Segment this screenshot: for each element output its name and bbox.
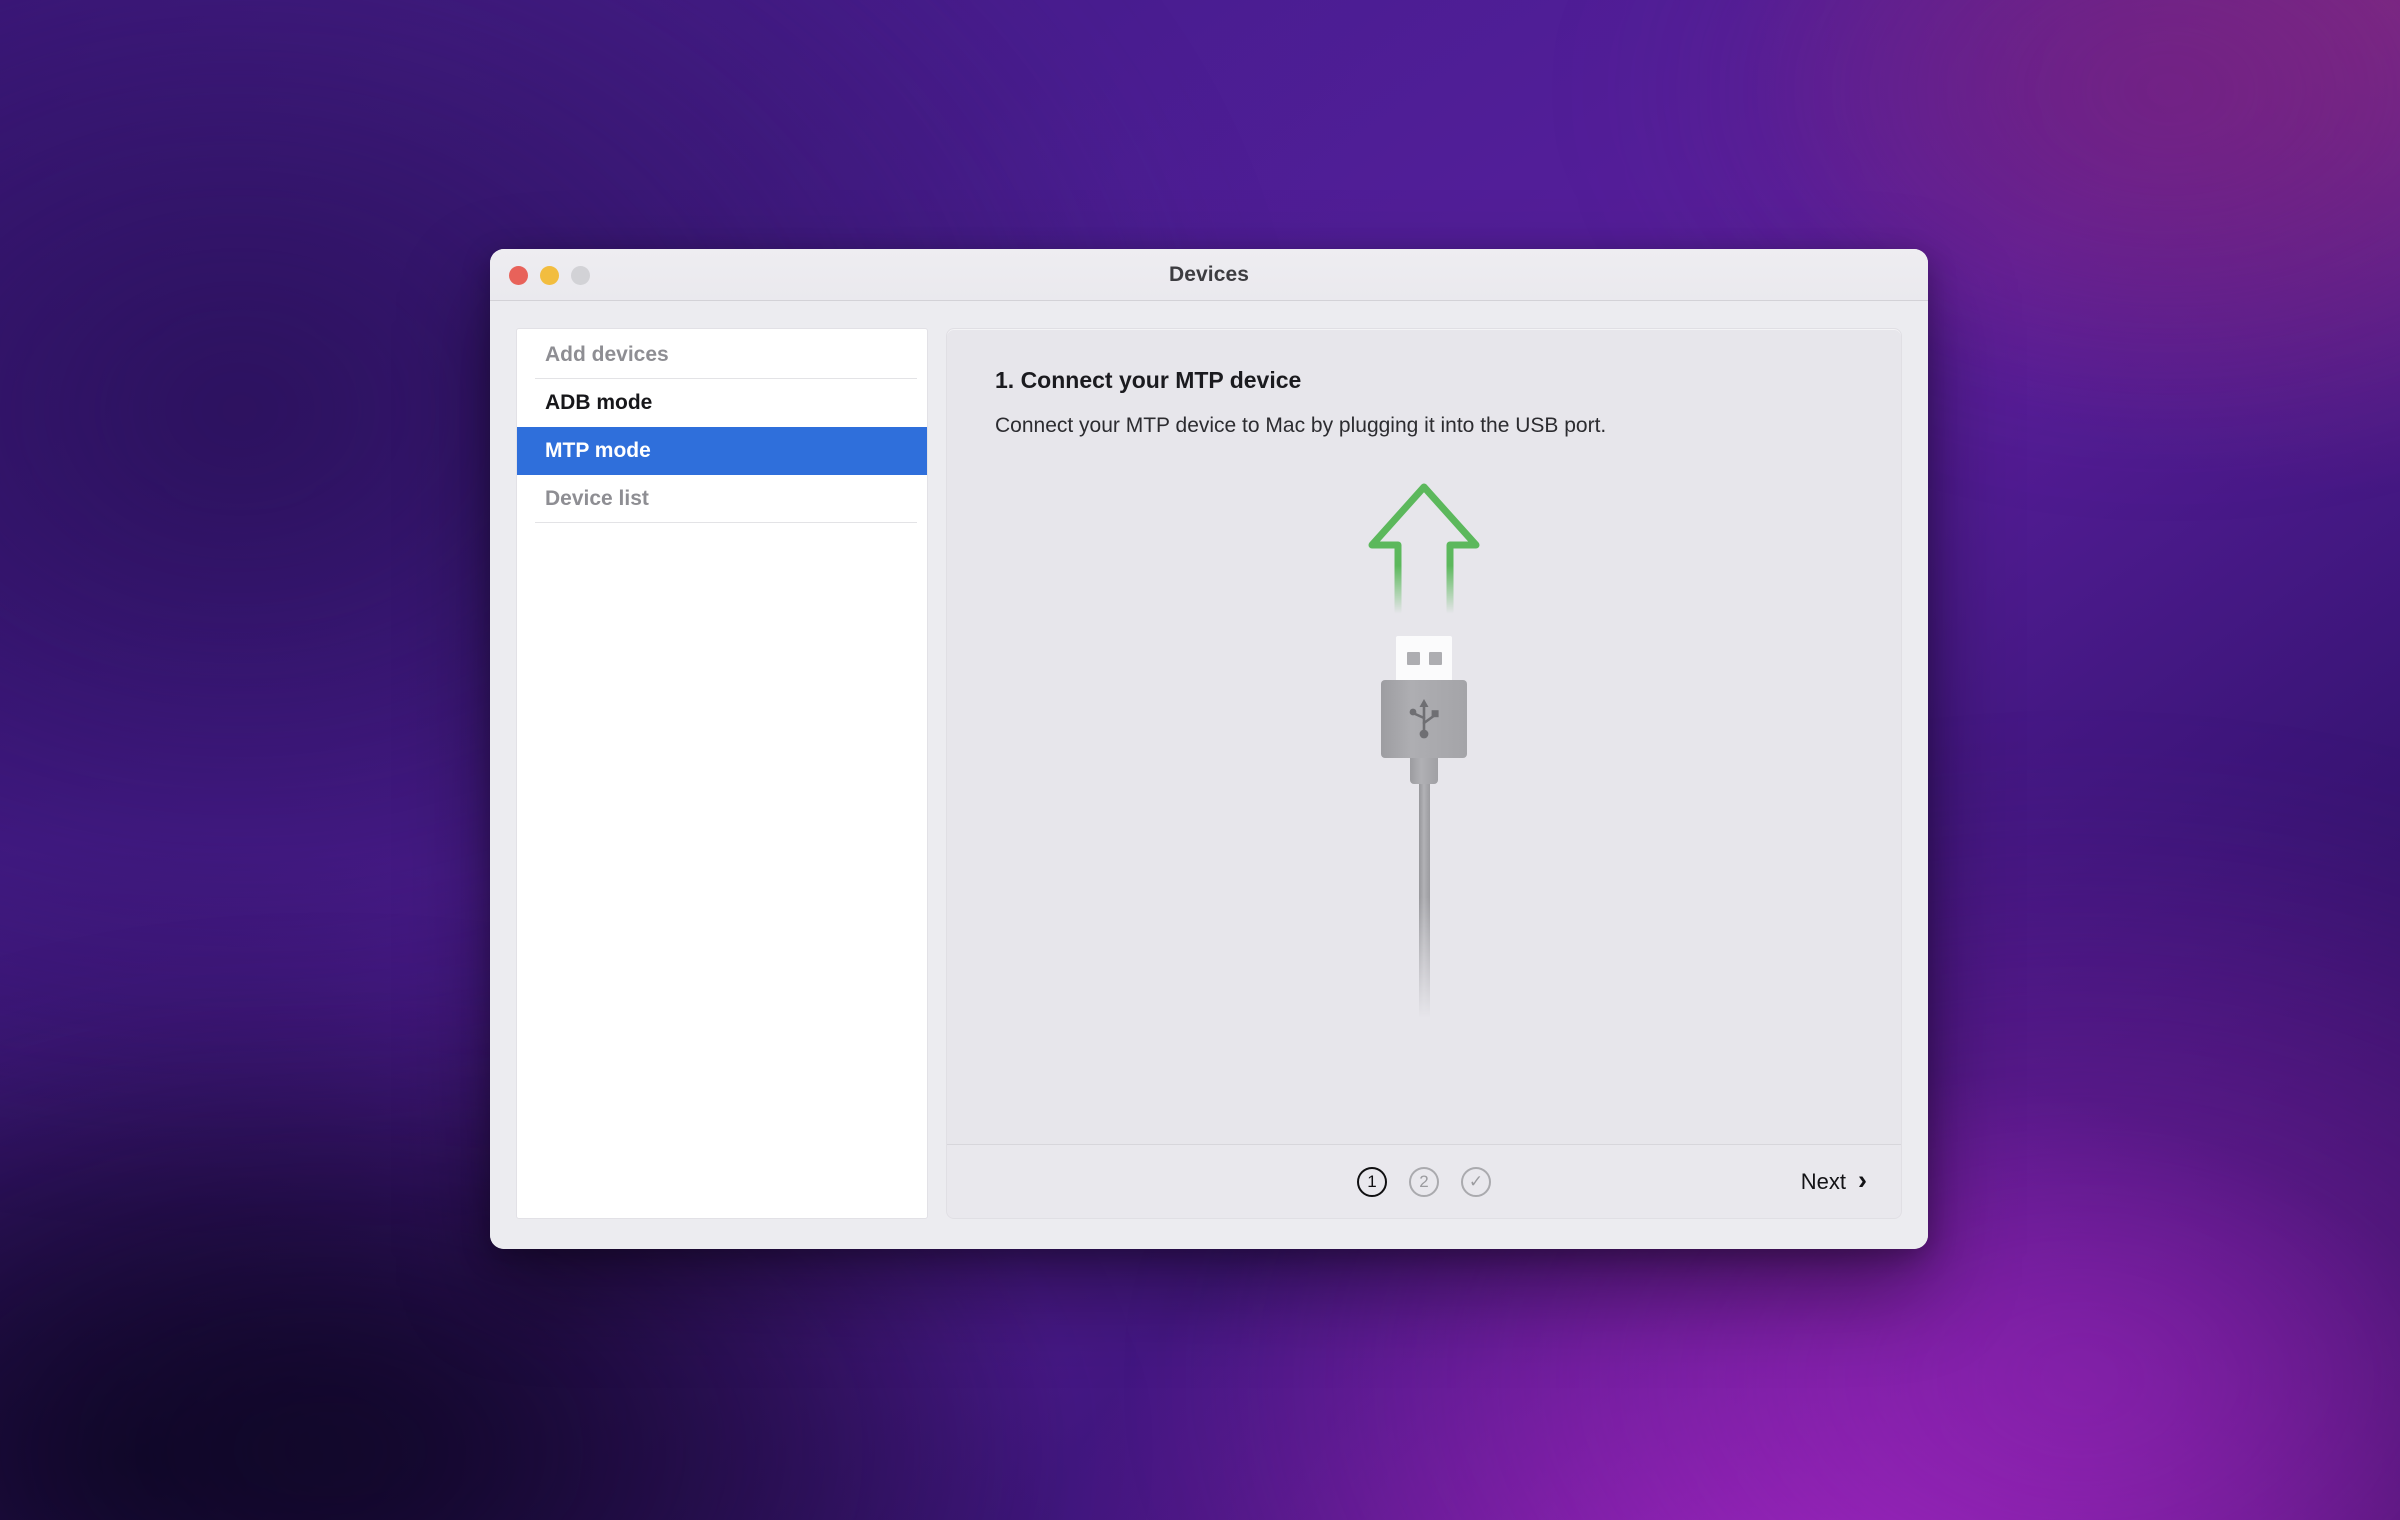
sidebar-header-device-list: Device list — [517, 475, 927, 523]
usb-connection-illustration — [1314, 479, 1534, 1039]
window-title: Devices — [1168, 262, 1250, 286]
usb-cable — [1418, 784, 1430, 1020]
devices-window: Devices Add devices ADB mode MTP mode De… — [490, 249, 1928, 1249]
usb-contact-tip — [1396, 636, 1452, 680]
content-footer: 1 2 ✓ Next › — [947, 1144, 1901, 1218]
content-pane: 1. Connect your MTP device Connect your … — [946, 328, 1902, 1219]
step-indicator-done[interactable]: ✓ — [1461, 1166, 1491, 1197]
desktop-background: Devices Add devices ADB mode MTP mode De… — [0, 0, 2400, 1520]
usb-pin — [1428, 651, 1442, 665]
close-button[interactable] — [509, 265, 528, 285]
content-main: 1. Connect your MTP device Connect your … — [947, 329, 1901, 1144]
next-button-label: Next — [1800, 1168, 1846, 1194]
usb-connector-body — [1381, 680, 1467, 758]
next-button[interactable]: Next › — [1800, 1165, 1867, 1195]
sidebar-item-adb-mode[interactable]: ADB mode — [517, 379, 927, 427]
step-indicator-2[interactable]: 2 — [1409, 1166, 1439, 1197]
usb-trident-icon — [1409, 699, 1439, 739]
arrow-up-icon — [1368, 483, 1480, 619]
usb-pin — [1406, 651, 1420, 665]
usb-cable-neck — [1410, 758, 1438, 784]
window-body: Add devices ADB mode MTP mode Device lis… — [490, 301, 1928, 1249]
sidebar: Add devices ADB mode MTP mode Device lis… — [516, 328, 928, 1219]
window-controls — [509, 249, 590, 301]
sidebar-item-mtp-mode[interactable]: MTP mode — [517, 427, 927, 475]
chevron-right-icon: › — [1858, 1165, 1867, 1195]
minimize-button[interactable] — [540, 265, 559, 285]
sidebar-header-add-devices: Add devices — [517, 331, 927, 379]
window-titlebar: Devices — [490, 249, 1928, 301]
step-indicator-1[interactable]: 1 — [1357, 1166, 1387, 1197]
step-description: Connect your MTP device to Mac by pluggi… — [995, 414, 1607, 437]
zoom-button[interactable] — [571, 265, 590, 285]
step-indicator: 1 2 ✓ — [1357, 1166, 1491, 1197]
step-title: 1. Connect your MTP device — [995, 367, 1302, 393]
usb-connector-icon — [1381, 636, 1467, 1020]
